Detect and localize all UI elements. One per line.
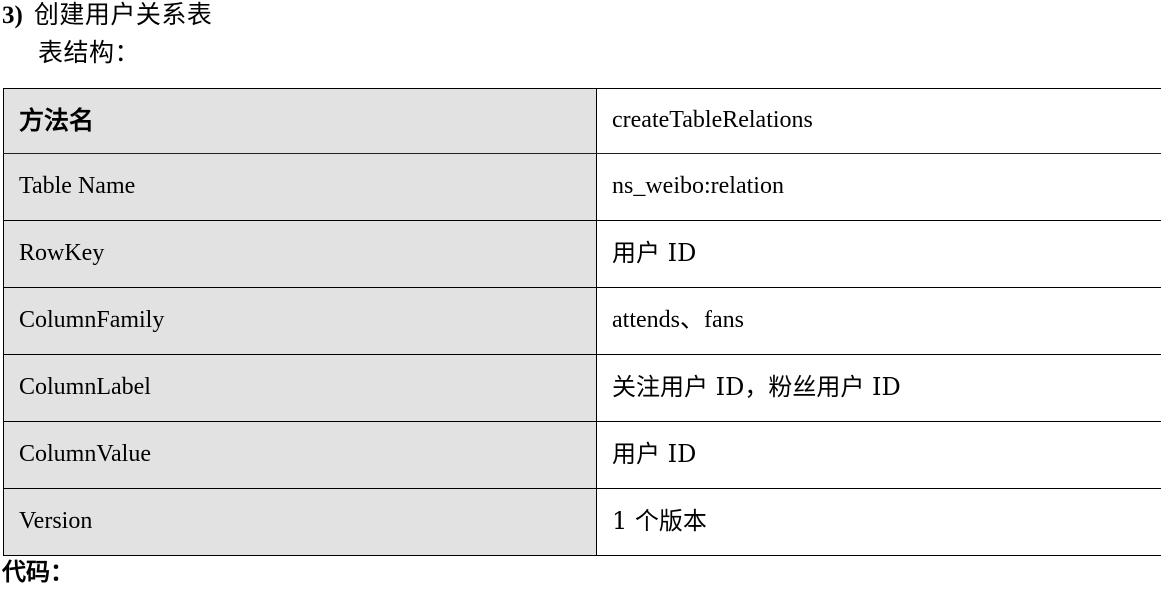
table-cell-value-columnvalue: 用户 ID [596, 421, 1161, 489]
table-structure: 方法名 createTableRelations Table Name ns_w… [3, 88, 1161, 556]
table-row: ColumnFamily attends、fans [3, 287, 1161, 355]
table-row: RowKey 用户 ID [3, 220, 1161, 288]
table-cell-key-method-name: 方法名 [3, 88, 597, 154]
table-cell-value-method-name: createTableRelations [596, 88, 1161, 154]
table-cell-value-columnfamily: attends、fans [596, 287, 1161, 355]
table-row: Version 1 个版本 [3, 488, 1161, 556]
table-cell-key-version: Version [3, 488, 597, 556]
table-cell-key-columnfamily: ColumnFamily [3, 287, 597, 355]
document-page: 3) 创建用户关系表 表结构： 方法名 createTableRelations … [0, 0, 1161, 592]
table-cell-key-columnlabel: ColumnLabel [3, 354, 597, 422]
table-cell-key-rowkey: RowKey [3, 220, 597, 288]
table-cell-key-table-name: Table Name [3, 153, 597, 221]
table-cell-value-table-name: ns_weibo:relation [596, 153, 1161, 221]
table-row: 方法名 createTableRelations [3, 88, 1161, 154]
section-heading: 3) 创建用户关系表 [2, 2, 212, 28]
table-row: ColumnLabel 关注用户 ID，粉丝用户 ID [3, 354, 1161, 422]
table-cell-key-columnvalue: ColumnValue [3, 421, 597, 489]
section-title: 创建用户关系表 [33, 0, 213, 29]
table-cell-value-rowkey: 用户 ID [596, 220, 1161, 288]
table-row: Table Name ns_weibo:relation [3, 153, 1161, 221]
table-cell-value-version: 1 个版本 [596, 488, 1161, 556]
table-body: 方法名 createTableRelations Table Name ns_w… [3, 88, 1161, 556]
subsection-label: 表结构： [38, 38, 141, 67]
section-number: 3) [2, 2, 23, 29]
table-row: ColumnValue 用户 ID [3, 421, 1161, 489]
table-cell-value-columnlabel: 关注用户 ID，粉丝用户 ID [596, 354, 1161, 422]
code-label: 代码： [2, 558, 74, 586]
